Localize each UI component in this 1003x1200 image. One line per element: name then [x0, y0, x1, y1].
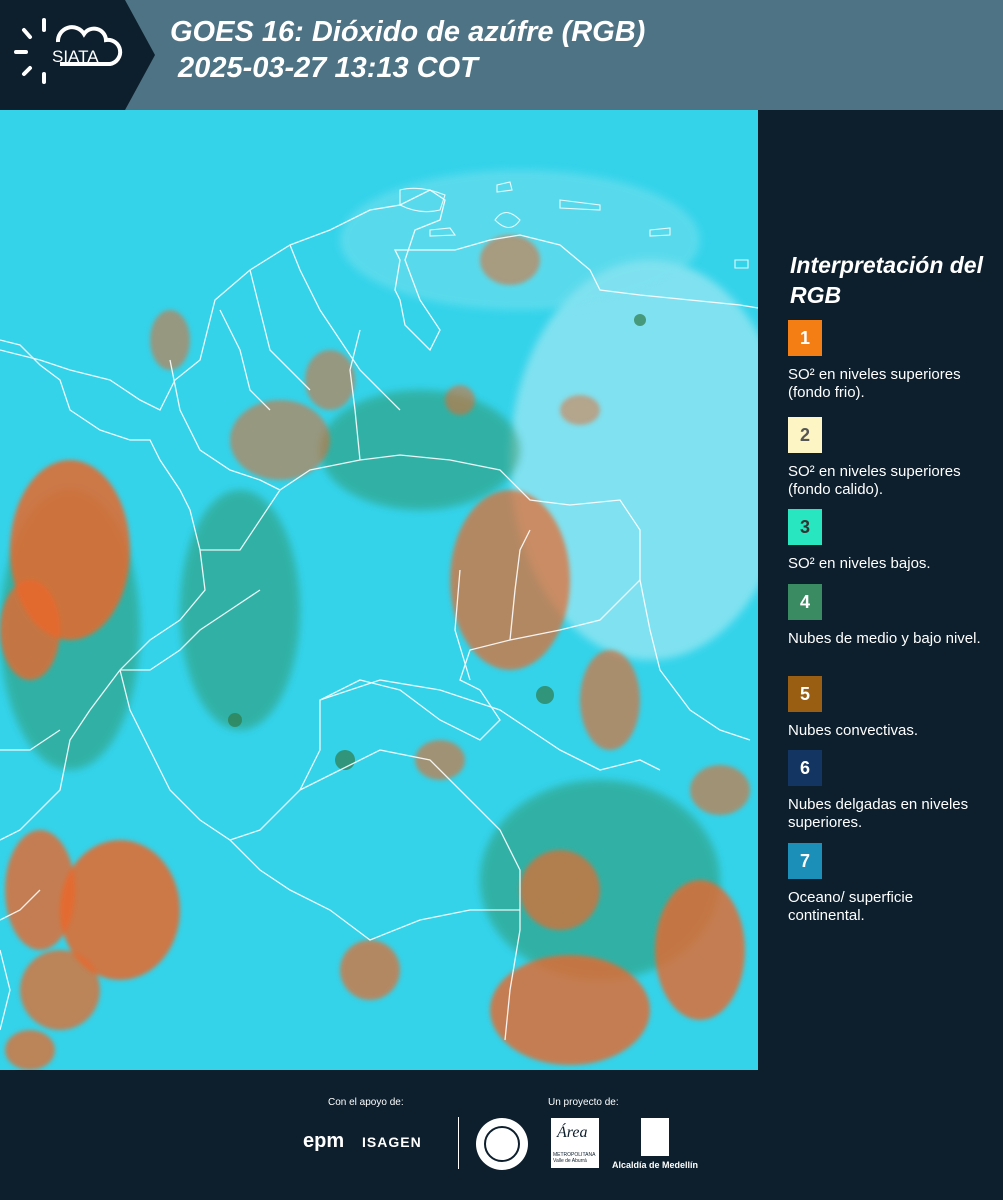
legend-label: Nubes delgadas en niveles superiores.	[788, 796, 969, 831]
epm-logo: epm	[303, 1130, 345, 1152]
legend-label: SO² en niveles bajos.	[788, 555, 931, 572]
alcaldia-label: Alcaldía de Medellín	[612, 1160, 699, 1170]
header: SIATA GOES 16: Dióxido de azúfre (RGB) 2…	[0, 0, 1003, 110]
legend-swatch: 6	[788, 750, 822, 786]
legend-panel: Interpretación del RGB 1 SO² en niveles …	[760, 110, 1003, 1070]
area-logo-text: Área	[557, 1124, 588, 1141]
medellin-seal-icon	[476, 1118, 528, 1170]
satellite-map	[0, 110, 758, 1070]
page-title: GOES 16: Dióxido de azúfre (RGB) 2025-03…	[170, 16, 646, 84]
legend-label: Oceano/ superficie continental.	[788, 889, 914, 924]
legend-swatch: 4	[788, 584, 822, 620]
legend-swatch: 3	[788, 509, 822, 545]
legend-title: Interpretación del RGB	[790, 252, 983, 308]
area-metropolitana-logo: Área METROPOLITANA Valle de Aburrá	[551, 1118, 599, 1168]
area-logo-subtext: METROPOLITANA Valle de Aburrá	[553, 1152, 596, 1164]
project-label: Un proyecto de:	[548, 1097, 619, 1108]
legend-item-1: 1 SO² en niveles superiores (fondo frio)…	[788, 320, 988, 402]
legend-label: Nubes convectivas.	[788, 722, 919, 739]
siata-logo-text: SIATA	[52, 47, 99, 66]
legend-swatch: 5	[788, 676, 822, 712]
legend-swatch: 7	[788, 843, 822, 879]
legend-item-3: 3 SO² en niveles bajos.	[788, 509, 988, 573]
footer-divider	[458, 1117, 459, 1169]
alcaldia-shield-icon	[641, 1118, 669, 1156]
legend-item-6: 6 Nubes delgadas en niveles superiores.	[788, 750, 988, 832]
legend-label: Nubes de medio y bajo nivel.	[788, 630, 981, 647]
legend-label: SO² en niveles superiores (fondo calido)…	[788, 463, 961, 498]
isagen-logo: ISAGEN	[362, 1134, 422, 1150]
legend-swatch: 1	[788, 320, 822, 356]
legend-swatch: 2	[788, 417, 822, 453]
legend-label: SO² en niveles superiores (fondo frio).	[788, 366, 961, 401]
legend-item-4: 4 Nubes de medio y bajo nivel.	[788, 584, 988, 648]
legend-item-2: 2 SO² en niveles superiores (fondo calid…	[788, 417, 988, 499]
support-label: Con el apoyo de:	[328, 1097, 404, 1108]
footer: Con el apoyo de: Un proyecto de: epm ISA…	[0, 1070, 1003, 1200]
legend-item-7: 7 Oceano/ superficie continental.	[788, 843, 988, 925]
siata-logo: SIATA	[0, 0, 155, 110]
legend-item-5: 5 Nubes convectivas.	[788, 676, 988, 740]
